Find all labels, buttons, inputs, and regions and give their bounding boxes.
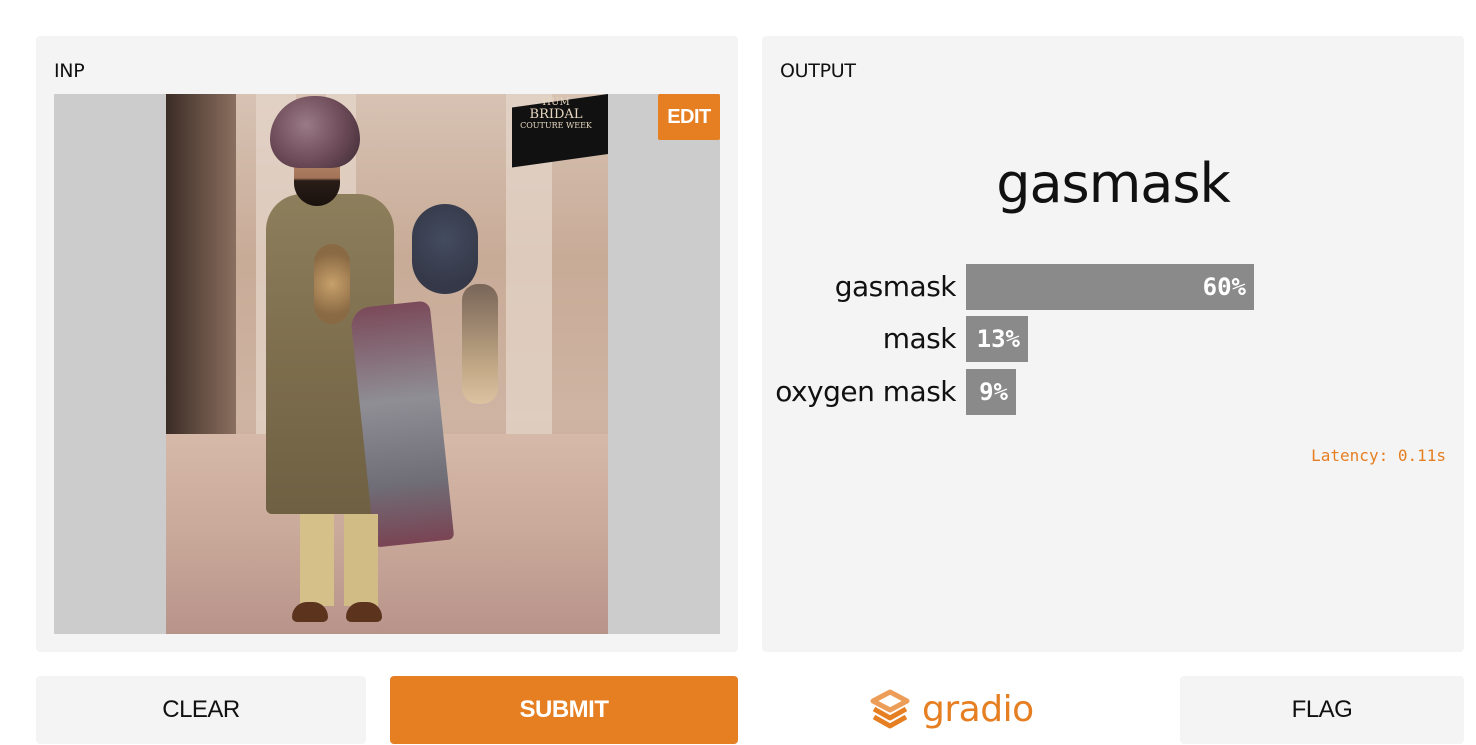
- submit-button[interactable]: SUBMIT: [390, 676, 738, 744]
- confidence-bar: 60%: [966, 264, 1254, 310]
- gradio-logo-icon: [870, 689, 910, 729]
- input-panel: INP HUM BRIDAL COUTURE WEEK EDIT: [36, 36, 738, 652]
- predicted-label: gasmask: [996, 152, 1231, 215]
- confidence-percent: 13%: [976, 325, 1020, 353]
- confidence-label: gasmask: [834, 270, 957, 303]
- image-upload-area[interactable]: HUM BRIDAL COUTURE WEEK: [54, 94, 720, 634]
- flag-button[interactable]: FLAG: [1180, 676, 1464, 744]
- output-label: OUTPUT: [780, 60, 856, 82]
- input-image: HUM BRIDAL COUTURE WEEK: [166, 94, 608, 634]
- output-panel: OUTPUT gasmask gasmask 60% mask 13% oxyg…: [762, 36, 1464, 652]
- gradio-logo[interactable]: gradio: [868, 684, 1034, 734]
- latency-text: Latency: 0.11s: [1311, 446, 1446, 465]
- confidence-row: mask 13%: [762, 316, 1464, 362]
- gradio-wordmark: gradio: [922, 688, 1034, 730]
- confidence-row: oxygen mask 9%: [762, 369, 1464, 415]
- input-label: INP: [54, 60, 85, 82]
- confidence-percent: 9%: [979, 378, 1008, 406]
- confidence-bar: 9%: [966, 369, 1016, 415]
- confidence-row: gasmask 60%: [762, 264, 1464, 310]
- confidence-bar: 13%: [966, 316, 1028, 362]
- edit-button[interactable]: EDIT: [658, 94, 720, 140]
- confidence-percent: 60%: [1202, 273, 1246, 301]
- clear-button[interactable]: CLEAR: [36, 676, 366, 744]
- confidence-label: oxygen mask: [775, 375, 956, 408]
- confidence-label: mask: [882, 322, 957, 355]
